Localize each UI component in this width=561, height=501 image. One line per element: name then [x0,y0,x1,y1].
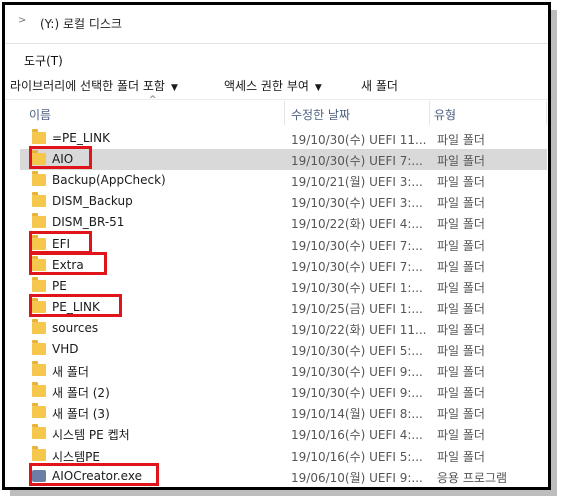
sort-ascending-icon: ^ [149,95,157,105]
column-header-date[interactable]: 수정한 날짜 [291,106,350,130]
file-type: 파일 폴더 [437,386,485,400]
file-date: 19/10/16(수) UEFI 5:... [291,450,423,464]
folder-icon [32,446,46,461]
file-date: 19/10/30(수) UEFI 1:... [291,281,423,295]
file-name: 새 폴더 (3) [52,407,110,421]
file-date: 19/10/21(월) UEFI 3:... [291,175,423,189]
file-name: =PE_LINK [52,131,110,145]
include-in-library-label: 라이브러리에 선택한 폴더 포함 [10,79,165,93]
file-type: 파일 폴더 [437,302,485,316]
file-row[interactable]: =PE_LINK 19/10/30(수) UEFI 11... 파일 폴더 [20,128,547,149]
file-type: 응용 프로그램 [437,471,508,485]
file-type: 파일 폴더 [437,344,485,358]
highlight-box [29,463,159,486]
address-path[interactable]: (Y:) 로컬 디스크 [40,15,122,32]
folder-icon [32,424,46,439]
column-header-name[interactable]: 이름 [29,106,51,130]
column-divider[interactable] [284,101,285,125]
folder-icon [32,382,46,397]
file-date: 19/10/30(수) UEFI 7:... [291,260,423,274]
folder-icon [32,277,46,292]
new-folder-label: 새 폴더 [361,79,398,93]
folder-icon [32,319,46,334]
explorer-window: > (Y:) 로컬 디스크 도구(T) 라이브러리에 선택한 폴더 포함 ▼ 액세… [2,2,551,490]
file-date: 19/10/30(수) UEFI 7:... [291,154,423,168]
file-name: 새 폴더 (2) [52,386,110,400]
file-date: 19/10/30(수) UEFI 7:... [291,239,423,253]
file-row[interactable]: Backup(AppCheck) 19/10/21(월) UEFI 3:... 파일… [20,170,547,191]
chevron-down-icon: ▼ [170,83,178,93]
file-date: 19/10/16(수) UEFI 4:... [291,428,423,442]
file-date: 19/10/14(월) UEFI 8:... [291,407,423,421]
highlight-box [29,294,122,317]
file-date: 19/10/30(수) UEFI 5:... [291,344,423,358]
file-name: PE [52,279,67,293]
folder-icon [32,129,46,144]
file-row[interactable]: 시스템 PE 켑처 19/10/16(수) UEFI 4:... 파일 폴더 [20,423,547,444]
file-date: 19/10/25(금) UEFI 1:... [291,302,423,316]
file-name: sources [52,321,99,335]
file-type: 파일 폴더 [437,217,485,231]
file-type: 파일 폴더 [437,260,485,274]
file-name: DISM_BR-51 [52,215,125,229]
highlight-box [29,231,92,254]
file-name: VHD [52,342,79,356]
grant-access-button[interactable]: 액세스 권한 부여 ▼ [224,77,322,94]
file-name: Backup(AppCheck) [52,173,166,187]
file-type: 파일 폴더 [437,323,485,337]
menu-bar: 도구(T) [5,43,548,76]
highlight-box [29,146,92,169]
file-type: 파일 폴더 [437,281,485,295]
file-row[interactable]: 새 폴더 (3) 19/10/14(월) UEFI 8:... 파일 폴더 [20,402,547,423]
menu-tools[interactable]: 도구(T) [24,52,63,69]
file-row[interactable]: AIO 19/10/30(수) UEFI 7:... 파일 폴더 [20,149,547,170]
address-bar[interactable]: > (Y:) 로컬 디스크 [5,13,548,33]
new-folder-button[interactable]: 새 폴더 [361,77,398,94]
file-date: 19/10/30(수) UEFI 11... [291,133,427,147]
folder-icon [32,361,46,376]
window-shadow-right [551,10,557,494]
command-bar: 라이브러리에 선택한 폴더 포함 ▼ 액세스 권한 부여 ▼ 새 폴더 [5,73,548,100]
folder-icon [32,192,46,207]
folder-icon [32,403,46,418]
file-row[interactable]: DISM_Backup 19/10/30(수) UEFI 3:... 파일 폴더 [20,191,547,212]
file-date: 19/10/30(수) UEFI 9:... [291,365,423,379]
file-type: 파일 폴더 [437,407,485,421]
file-date: 19/10/22(화) UEFI 4:... [291,217,423,231]
highlight-box [29,252,107,275]
file-type: 파일 폴더 [437,133,485,147]
chevron-right-icon[interactable]: > [18,15,26,26]
file-type: 파일 폴더 [437,154,485,168]
column-divider[interactable] [546,101,547,125]
file-row[interactable]: DISM_BR-51 19/10/22(화) UEFI 4:... 파일 폴더 [20,212,547,233]
grant-access-label: 액세스 권한 부여 [224,79,309,93]
file-date: 19/06/10(월) UEFI 9:... [291,471,423,485]
file-row[interactable]: 새 폴더 19/10/30(수) UEFI 9:... 파일 폴더 [20,360,547,381]
file-type: 파일 폴더 [437,239,485,253]
file-name: 새 폴더 [52,365,89,379]
window-shadow-bottom [10,490,557,496]
file-name: 시스템 PE 켑처 [52,428,130,442]
file-row[interactable]: 새 폴더 (2) 19/10/30(수) UEFI 9:... 파일 폴더 [20,381,547,402]
file-row[interactable]: sources 19/10/22(화) UEFI 11... 파일 폴더 [20,318,547,339]
include-in-library-button[interactable]: 라이브러리에 선택한 폴더 포함 ▼ [10,77,178,94]
column-header-type[interactable]: 유형 [434,106,456,130]
file-name: DISM_Backup [52,194,133,208]
file-type: 파일 폴더 [437,428,485,442]
file-row[interactable]: VHD 19/10/30(수) UEFI 5:... 파일 폴더 [20,339,547,360]
chevron-down-icon: ▼ [314,83,322,93]
folder-icon [32,171,46,186]
file-date: 19/10/30(수) UEFI 3:... [291,196,423,210]
column-divider[interactable] [429,101,430,125]
file-type: 파일 폴더 [437,175,485,189]
file-type: 파일 폴더 [437,450,485,464]
folder-icon [32,340,46,355]
file-type: 파일 폴더 [437,365,485,379]
file-date: 19/10/22(화) UEFI 11... [291,323,427,337]
folder-icon [32,213,46,228]
file-date: 19/10/30(수) UEFI 9:... [291,386,423,400]
file-type: 파일 폴더 [437,196,485,210]
